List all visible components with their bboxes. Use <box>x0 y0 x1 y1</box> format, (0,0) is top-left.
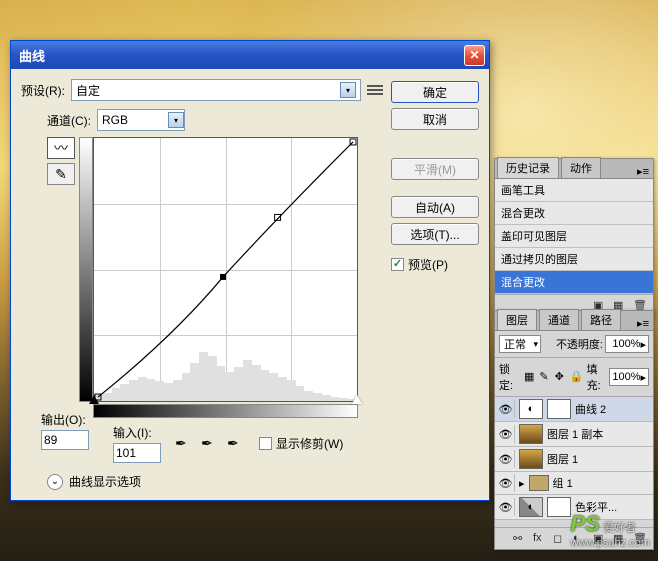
mask-icon[interactable]: ◻ <box>553 532 567 546</box>
history-item[interactable]: 盖印可见图层 <box>495 225 653 248</box>
layer-name: 图层 1 <box>547 451 578 467</box>
folder-icon <box>529 475 549 491</box>
layer-row[interactable]: 👁 图层 1 <box>495 447 653 472</box>
options-button[interactable]: 选项(T)... <box>391 223 479 245</box>
input-input[interactable] <box>113 443 161 463</box>
gray-eyedropper-icon[interactable]: ✒ <box>201 435 219 453</box>
group-icon[interactable]: ▣ <box>593 532 607 546</box>
layer-name: 曲线 2 <box>575 401 606 417</box>
black-eyedropper-icon[interactable]: ✒ <box>175 435 193 453</box>
layers-panel: 图层 通道 路径 ▸≡ 正常 不透明度: 100% ▸ 锁定: ▦ ✎ ✥ 🔒 … <box>494 310 654 550</box>
layer-row[interactable]: 👁 ◐ 曲线 2 <box>495 397 653 422</box>
layer-mask-thumb[interactable] <box>547 399 571 419</box>
adjustment-thumb: ◐ <box>519 399 543 419</box>
curve-line <box>94 138 357 401</box>
tab-channels[interactable]: 通道 <box>539 309 579 330</box>
layer-name: 图层 1 副本 <box>547 426 603 442</box>
trash-icon[interactable]: 🗑 <box>633 532 647 546</box>
layer-thumb <box>519 424 543 444</box>
output-label: 输出(O): <box>41 411 89 428</box>
titlebar[interactable]: 曲线 ✕ <box>11 41 489 69</box>
layer-mask-thumb[interactable] <box>547 497 571 517</box>
tab-actions[interactable]: 动作 <box>561 157 601 178</box>
history-list: 画笔工具 混合更改 盖印可见图层 通过拷贝的图层 混合更改 <box>495 179 653 294</box>
lock-position-icon[interactable]: ✥ <box>555 370 567 384</box>
chevron-down-icon: ▾ <box>340 82 356 98</box>
history-item[interactable]: 混合更改 <box>495 202 653 225</box>
output-gradient <box>79 137 93 402</box>
layer-row[interactable]: 👁 图层 1 副本 <box>495 422 653 447</box>
fx-icon[interactable]: fx <box>533 532 547 546</box>
layer-row[interactable]: 👁 ▸ 组 1 <box>495 472 653 495</box>
layer-name: 色彩平... <box>575 499 617 515</box>
history-item[interactable]: 画笔工具 <box>495 179 653 202</box>
auto-button[interactable]: 自动(A) <box>391 196 479 218</box>
visibility-icon[interactable]: 👁 <box>497 450 515 468</box>
new-layer-icon[interactable]: ▦ <box>613 532 627 546</box>
visibility-icon[interactable]: 👁 <box>497 425 515 443</box>
output-input[interactable] <box>41 430 89 450</box>
history-item[interactable]: 混合更改 <box>495 271 653 294</box>
fill-input[interactable]: 100% ▸ <box>609 368 649 386</box>
opacity-label: 不透明度: <box>556 336 603 352</box>
tab-history[interactable]: 历史记录 <box>497 157 559 178</box>
input-gradient[interactable] <box>93 404 358 418</box>
layer-row[interactable]: 👁 ◐ 色彩平... <box>495 495 653 520</box>
curves-graph[interactable] <box>93 137 358 402</box>
white-point-slider[interactable] <box>352 395 362 404</box>
tab-paths[interactable]: 路径 <box>581 309 621 330</box>
visibility-icon[interactable]: 👁 <box>497 498 515 516</box>
layer-thumb <box>519 449 543 469</box>
preset-select[interactable]: 自定 ▾ <box>71 79 361 101</box>
adjustment-thumb: ◐ <box>519 497 543 517</box>
input-label: 输入(I): <box>113 424 161 441</box>
link-layers-icon[interactable]: ⚯ <box>513 532 527 546</box>
history-panel: 历史记录 动作 ▸≡ 画笔工具 混合更改 盖印可见图层 通过拷贝的图层 混合更改… <box>494 158 654 317</box>
panel-menu-icon[interactable]: ▸≡ <box>633 165 653 178</box>
visibility-icon[interactable]: 👁 <box>497 400 515 418</box>
lock-pixels-icon[interactable]: ✎ <box>539 370 551 384</box>
group-toggle-icon[interactable]: ▸ <box>519 477 525 490</box>
curve-display-options-toggle[interactable]: ⌄ 曲线显示选项 <box>21 473 383 490</box>
lock-transparency-icon[interactable]: ▦ <box>524 370 536 384</box>
fill-label: 填充: <box>587 361 608 393</box>
curve-point-tool[interactable]: 〰 <box>47 137 75 159</box>
close-button[interactable]: ✕ <box>464 45 485 66</box>
ok-button[interactable]: 确定 <box>391 81 479 103</box>
cancel-button[interactable]: 取消 <box>391 108 479 130</box>
white-eyedropper-icon[interactable]: ✒ <box>227 435 245 453</box>
layer-name: 组 1 <box>553 475 573 491</box>
adjustment-icon[interactable]: ◐ <box>573 532 587 546</box>
lock-label: 锁定: <box>499 361 521 393</box>
black-point-slider[interactable] <box>89 395 99 404</box>
show-clipping-checkbox[interactable]: 显示修剪(W) <box>259 435 343 452</box>
visibility-icon[interactable]: 👁 <box>497 474 515 492</box>
preview-checkbox[interactable]: 预览(P) <box>391 256 479 273</box>
channel-label: 通道(C): <box>47 112 91 129</box>
opacity-input[interactable]: 100% ▸ <box>605 335 649 353</box>
tab-layers[interactable]: 图层 <box>497 309 537 330</box>
history-item[interactable]: 通过拷贝的图层 <box>495 248 653 271</box>
curve-draw-tool[interactable]: ✎ <box>47 163 75 185</box>
channel-select[interactable]: RGB ▾ <box>97 109 185 131</box>
preset-menu-icon[interactable] <box>367 83 383 97</box>
lock-all-icon[interactable]: 🔒 <box>570 370 584 384</box>
blend-mode-select[interactable]: 正常 <box>499 335 541 353</box>
chevron-expand-icon: ⌄ <box>47 474 63 490</box>
preset-label: 预设(R): <box>21 82 65 99</box>
dialog-title: 曲线 <box>15 46 464 65</box>
curves-dialog: 曲线 ✕ 预设(R): 自定 ▾ 通道(C): RGB ▾ <box>10 40 490 501</box>
chevron-down-icon: ▾ <box>168 112 184 128</box>
smooth-button[interactable]: 平滑(M) <box>391 158 479 180</box>
panel-menu-icon[interactable]: ▸≡ <box>633 317 653 330</box>
